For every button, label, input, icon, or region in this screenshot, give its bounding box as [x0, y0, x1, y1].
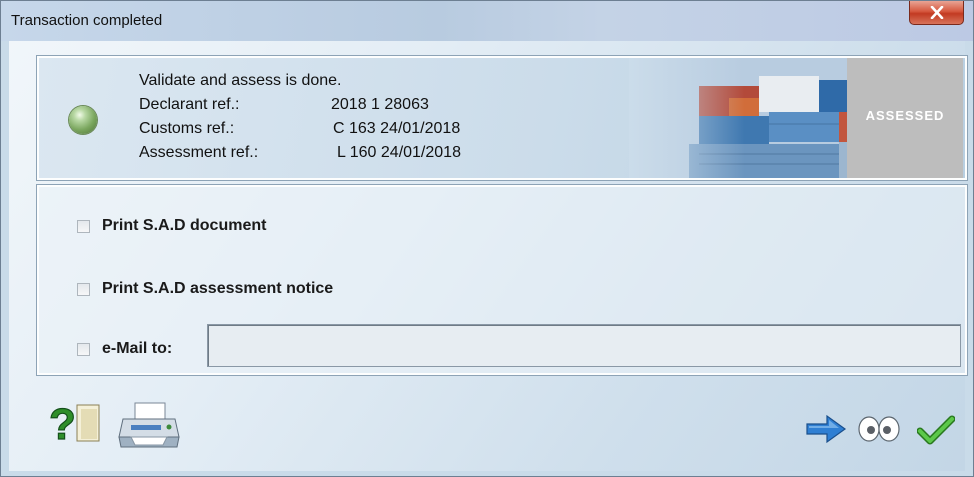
- close-button[interactable]: [909, 1, 964, 25]
- assessed-badge: ASSESSED: [847, 58, 963, 178]
- print-sad-document-checkbox[interactable]: [77, 219, 90, 233]
- assessment-ref-label: Assessment ref.:: [139, 144, 259, 161]
- print-assessment-notice-checkbox[interactable]: [77, 282, 90, 296]
- checkmark-icon[interactable]: [917, 415, 955, 445]
- help-icon[interactable]: ?: [47, 397, 105, 449]
- customs-ref-label: Customs ref.:: [139, 120, 235, 137]
- email-label[interactable]: e-Mail to:: [102, 340, 172, 358]
- declarant-ref-value: 2018 1 28063: [331, 96, 429, 113]
- dialog-body: Validate and assess is done. Declarant r…: [9, 41, 968, 471]
- options-panel: Print S.A.D document Print S.A.D assessm…: [36, 184, 968, 376]
- assessed-badge-text: ASSESSED: [865, 108, 945, 123]
- transaction-dialog: Transaction completed Validate and asses…: [0, 0, 974, 477]
- print-assessment-notice-option[interactable]: Print S.A.D assessment notice: [77, 280, 333, 298]
- status-message: Validate and assess is done.: [139, 72, 342, 89]
- email-field[interactable]: [207, 324, 961, 367]
- print-sad-document-option[interactable]: Print S.A.D document: [77, 217, 266, 235]
- print-assessment-notice-label[interactable]: Print S.A.D assessment notice: [102, 280, 333, 298]
- print-sad-document-label[interactable]: Print S.A.D document: [102, 217, 266, 235]
- printer-icon[interactable]: [117, 399, 183, 451]
- status-led-icon: [69, 106, 97, 134]
- assessment-ref-value: L 160 24/01/2018: [337, 144, 461, 161]
- window-title: Transaction completed: [11, 12, 163, 29]
- declarant-ref-label: Declarant ref.:: [139, 96, 240, 113]
- title-bar[interactable]: Transaction completed: [1, 1, 973, 41]
- close-icon: [930, 6, 944, 19]
- customs-ref-value: C 163 24/01/2018: [333, 120, 461, 137]
- status-panel: Validate and assess is done. Declarant r…: [36, 55, 968, 181]
- email-option[interactable]: e-Mail to:: [77, 340, 172, 358]
- view-eyes-icon[interactable]: [857, 415, 901, 443]
- svg-text:?: ?: [49, 400, 76, 449]
- email-checkbox[interactable]: [77, 342, 90, 356]
- arrow-right-icon[interactable]: [805, 414, 847, 444]
